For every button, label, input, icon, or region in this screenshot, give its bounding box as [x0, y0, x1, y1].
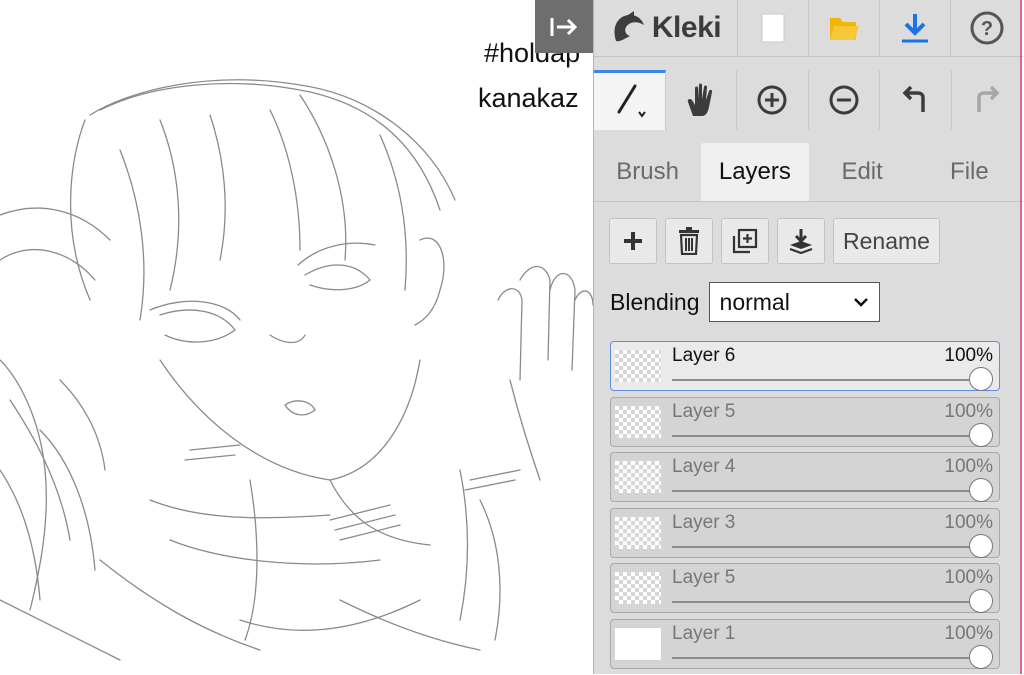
- opacity-slider-track[interactable]: [672, 434, 979, 437]
- layer-name: Layer 5: [672, 567, 736, 589]
- zoom-in-button[interactable]: [737, 70, 809, 130]
- brush-icon: [617, 84, 647, 118]
- svg-text:?: ?: [980, 18, 992, 40]
- redo-button[interactable]: [952, 70, 1024, 130]
- brush-tool-button[interactable]: [594, 70, 666, 130]
- layer-opacity: 100%: [944, 456, 993, 478]
- canvas-overlay-line-2: kanakaz: [478, 83, 579, 113]
- side-panel: Kleki ? Brush Layers Edit File Rename Bl…: [593, 0, 1023, 675]
- blending-label: Blending: [610, 288, 700, 315]
- collapse-arrow-icon: [550, 17, 578, 36]
- layer-name: Layer 4: [672, 456, 736, 478]
- layer-name: Layer 1: [672, 622, 736, 644]
- opacity-slider-handle[interactable]: [969, 478, 993, 503]
- layer-item[interactable]: Layer 1 100%: [610, 618, 1000, 669]
- help-icon: ?: [970, 11, 1003, 45]
- layer-opacity: 100%: [944, 567, 993, 589]
- opacity-slider-handle[interactable]: [969, 644, 993, 669]
- opacity-slider-handle[interactable]: [969, 422, 993, 447]
- opacity-slider-track[interactable]: [672, 490, 979, 493]
- add-layer-button[interactable]: [609, 218, 657, 264]
- layer-opacity: 100%: [944, 622, 993, 644]
- layer-opacity: 100%: [944, 400, 993, 422]
- drawing-canvas[interactable]: #holdap kanakaz: [0, 0, 593, 674]
- layer-thumbnail: [615, 572, 661, 605]
- new-document-icon: [761, 13, 785, 43]
- kleki-logo-icon: [614, 11, 644, 42]
- layer-item[interactable]: Layer 5 100%: [610, 563, 1000, 614]
- layer-opacity: 100%: [944, 345, 993, 366]
- layer-toolbar: Rename: [609, 218, 940, 264]
- tab-file[interactable]: File: [916, 143, 1023, 201]
- delete-layer-icon: [679, 227, 699, 255]
- blending-select[interactable]: normal: [708, 282, 880, 322]
- blending-value: normal: [719, 288, 790, 315]
- zoom-in-icon: [757, 85, 787, 115]
- blending-row: Blending normal: [610, 282, 880, 322]
- download-icon: [902, 14, 928, 43]
- zoom-out-icon: [829, 85, 859, 115]
- layer-thumbnail: [615, 461, 661, 494]
- layer-list: Layer 6 100% Layer 5 100% Layer 4 100% L…: [610, 341, 1000, 675]
- layer-thumbnail: [615, 405, 661, 438]
- open-image-button[interactable]: [809, 0, 880, 56]
- duplicate-layer-icon: [732, 228, 758, 254]
- redo-icon: [977, 85, 1000, 112]
- rename-layer-button[interactable]: Rename: [833, 218, 940, 264]
- layer-name: Layer 5: [672, 400, 736, 422]
- layer-name: Layer 6: [672, 345, 736, 366]
- new-image-button[interactable]: [738, 0, 809, 56]
- opacity-slider-handle[interactable]: [969, 589, 993, 614]
- merge-down-icon: [789, 229, 813, 254]
- zoom-out-button[interactable]: [809, 70, 880, 130]
- opacity-slider-track[interactable]: [672, 601, 979, 604]
- app-name: Kleki: [651, 11, 722, 44]
- opacity-slider-track[interactable]: [672, 379, 979, 381]
- folder-icon: [830, 18, 859, 40]
- panel-tabs: Brush Layers Edit File: [594, 143, 1023, 202]
- window-edge: [1020, 0, 1022, 674]
- add-layer-icon: [624, 232, 642, 250]
- top-toolbar: Kleki ?: [594, 0, 1023, 57]
- layer-thumbnail: [615, 516, 661, 549]
- opacity-slider-handle[interactable]: [969, 367, 993, 391]
- tab-brush[interactable]: Brush: [594, 143, 701, 201]
- layer-item[interactable]: Layer 4 100%: [610, 452, 1000, 503]
- layer-item[interactable]: Layer 3 100%: [610, 507, 1000, 558]
- delete-layer-button[interactable]: [665, 218, 713, 264]
- hand-tool-button[interactable]: [666, 70, 737, 130]
- tab-edit[interactable]: Edit: [809, 143, 916, 201]
- opacity-slider-track[interactable]: [672, 545, 979, 548]
- opacity-slider-track[interactable]: [672, 656, 979, 659]
- undo-button[interactable]: [880, 70, 952, 130]
- layer-name: Layer 3: [672, 511, 736, 533]
- chevron-down-icon: [853, 298, 868, 307]
- layer-item[interactable]: Layer 6 100%: [610, 341, 1000, 391]
- layer-thumbnail: [615, 350, 661, 382]
- layer-opacity: 100%: [944, 511, 993, 533]
- merge-down-button[interactable]: [777, 218, 825, 264]
- opacity-slider-handle[interactable]: [969, 533, 993, 558]
- duplicate-layer-button[interactable]: [721, 218, 769, 264]
- save-image-button[interactable]: [880, 0, 951, 56]
- tool-toolbar: [594, 70, 1023, 130]
- tab-layers[interactable]: Layers: [701, 143, 809, 201]
- layer-item[interactable]: Layer 5 100%: [610, 396, 1000, 447]
- help-button[interactable]: ?: [951, 0, 1022, 56]
- layer-thumbnail: [615, 627, 661, 660]
- hand-icon: [687, 83, 712, 116]
- toggle-panel-button[interactable]: [535, 0, 593, 53]
- undo-icon: [902, 85, 925, 112]
- kleki-logo[interactable]: Kleki: [594, 0, 738, 56]
